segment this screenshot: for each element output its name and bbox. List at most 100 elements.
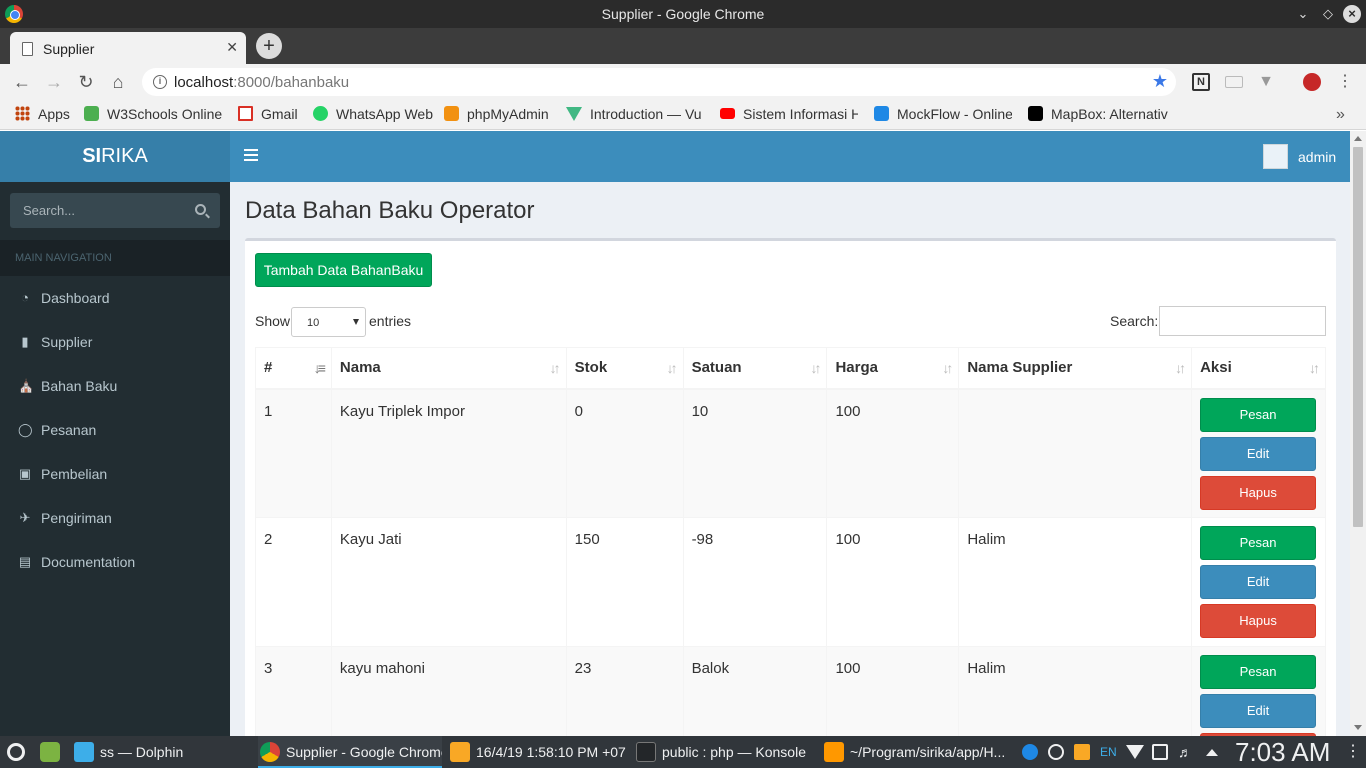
extension-v-icon[interactable]: ▼	[1257, 73, 1275, 91]
window-title: Supplier - Google Chrome	[601, 6, 765, 22]
sidebar-search-input[interactable]	[10, 193, 180, 228]
sort-icon: ↓↑	[1175, 360, 1186, 376]
bookmark-sistem-informasi[interactable]: Sistem Informasi H	[720, 106, 858, 122]
cell-no: 2	[255, 517, 332, 647]
bookmark-vue[interactable]: Introduction — Vu	[566, 106, 704, 122]
column-header-no[interactable]: # ↓≡	[255, 347, 332, 390]
close-window-icon[interactable]: ×	[1343, 5, 1361, 23]
notes-icon[interactable]	[1074, 744, 1090, 760]
keyboard-layout-indicator[interactable]: EN	[1100, 744, 1117, 760]
pesan-button[interactable]: Pesan	[1200, 526, 1317, 560]
sidebar-item-pengiriman[interactable]: ✈ Pengiriman	[0, 496, 230, 540]
search-icon[interactable]	[195, 204, 206, 215]
wifi-icon[interactable]	[1126, 745, 1144, 759]
task-dolphin[interactable]: ss — Dolphin	[72, 736, 254, 768]
forward-icon[interactable]: →	[43, 71, 65, 93]
sidebar-item-label: Pengiriman	[41, 510, 112, 526]
android-studio-icon[interactable]	[40, 742, 60, 762]
accessibility-icon[interactable]	[1022, 744, 1038, 760]
pesan-button[interactable]: Pesan	[1200, 655, 1317, 689]
column-header-satuan[interactable]: Satuan ↓↑	[682, 347, 828, 390]
profile-avatar-icon[interactable]	[1303, 73, 1321, 91]
task-chrome[interactable]: Supplier - Google Chrome	[258, 736, 442, 768]
sidebar-toggle-icon[interactable]	[244, 149, 258, 161]
cell-nama: kayu mahoni	[330, 646, 567, 736]
cell-satuan: 10	[682, 388, 828, 518]
back-icon[interactable]: ←	[11, 71, 33, 93]
column-header-nama[interactable]: Nama ↓↑	[330, 347, 567, 390]
page-title: Data Bahan Baku Operator	[245, 197, 535, 224]
edit-button[interactable]: Edit	[1200, 436, 1317, 471]
tray-expand-icon[interactable]	[1206, 749, 1218, 756]
sidebar-item-pembelian[interactable]: ▣ Pembelian	[0, 452, 230, 496]
user-name[interactable]: admin	[1298, 149, 1336, 165]
page-scrollbar[interactable]	[1350, 131, 1366, 736]
bookmark-label: MockFlow - Online	[897, 106, 1012, 122]
sidebar-item-supplier[interactable]: ▮ Supplier	[0, 320, 230, 364]
bookmark-phpmyadmin[interactable]: phpMyAdmin	[444, 106, 549, 122]
user-avatar[interactable]	[1263, 144, 1288, 169]
panel-menu-icon[interactable]: ⋮	[1345, 744, 1361, 760]
extension-n-icon[interactable]: N	[1192, 73, 1210, 91]
info-icon[interactable]: i	[153, 75, 167, 89]
app-launcher-icon[interactable]	[7, 743, 25, 761]
sort-icon: ↓↑	[942, 360, 953, 376]
bookmark-mockflow[interactable]: MockFlow - Online	[874, 106, 1012, 122]
cell-satuan: Balok	[682, 646, 828, 736]
logo-rest: RIKA	[101, 145, 148, 167]
add-bahan-baku-button[interactable]: Tambah Data BahanBaku	[255, 253, 432, 287]
clipboard-icon[interactable]	[1152, 744, 1168, 760]
column-header-harga[interactable]: Harga ↓↑	[826, 347, 960, 390]
clock[interactable]: 7:03 AM	[1235, 736, 1330, 768]
menu-kebab-icon[interactable]: ⋮	[1336, 73, 1354, 91]
bookmark-whatsapp[interactable]: WhatsApp Web	[313, 106, 433, 122]
address-bar[interactable]: i localhost:8000/bahanbaku ★	[142, 68, 1176, 96]
new-tab-button[interactable]: +	[256, 33, 282, 59]
scrollbar-thumb[interactable]	[1353, 147, 1363, 527]
bookmark-label: phpMyAdmin	[467, 106, 549, 122]
bookmarks-overflow-icon[interactable]: »	[1336, 106, 1345, 124]
scroll-up-icon[interactable]	[1354, 136, 1362, 141]
sidebar-item-bahan-baku[interactable]: ⛪ Bahan Baku	[0, 364, 230, 408]
entries-select[interactable]: 10	[291, 307, 366, 337]
reload-icon[interactable]: ↻	[75, 71, 97, 93]
hapus-button[interactable]: Hapus	[1200, 604, 1317, 638]
bookmark-w3schools[interactable]: W3Schools Online V	[84, 106, 224, 122]
edit-button[interactable]: Edit	[1200, 565, 1317, 599]
sort-icon: ↓↑	[666, 360, 678, 376]
bookmark-star-icon[interactable]: ★	[1152, 71, 1168, 92]
column-header-nama-supplier[interactable]: Nama Supplier ↓↑	[958, 347, 1193, 390]
volume-icon[interactable]: ♬	[1178, 744, 1194, 760]
bookmark-label: Sistem Informasi H	[743, 106, 858, 122]
task-sublime-text[interactable]: ~/Program/sirika/app/H...	[822, 736, 1004, 768]
maximize-icon[interactable]: ◇	[1319, 5, 1337, 23]
table-search-input[interactable]	[1159, 306, 1326, 336]
bookmark-mapbox[interactable]: MapBox: Alternativ	[1028, 106, 1168, 122]
cell-nama: Kayu Jati	[330, 517, 567, 647]
bookmark-apps[interactable]: Apps	[15, 106, 70, 122]
tab-supplier[interactable]: Supplier ✕	[10, 32, 246, 64]
app-logo[interactable]: SIRIKA	[0, 131, 230, 182]
sidebar-item-dashboard[interactable]: ◔ Dashboard	[0, 276, 230, 320]
hapus-button[interactable]: Hapus	[1200, 475, 1317, 510]
edit-button[interactable]: Edit	[1200, 694, 1317, 728]
task-sublime-note[interactable]: 16/4/19 1:58:10 PM +07 ...	[448, 736, 628, 768]
sidebar-item-pesanan[interactable]: ◯ Pesanan	[0, 408, 230, 452]
update-icon[interactable]	[1048, 744, 1064, 760]
url-text[interactable]: localhost:8000/bahanbaku	[174, 74, 349, 91]
extension-card-icon[interactable]	[1225, 76, 1243, 88]
home-icon[interactable]: ⌂	[107, 71, 129, 93]
column-header-stok[interactable]: Stok ↓↑	[565, 347, 684, 390]
task-konsole[interactable]: public : php — Konsole	[634, 736, 814, 768]
tab-close-icon[interactable]: ✕	[226, 39, 238, 56]
bookmark-gmail[interactable]: Gmail	[238, 106, 298, 122]
logo-bold: SI	[82, 145, 102, 167]
pesan-button[interactable]: Pesan	[1200, 397, 1317, 432]
scroll-down-icon[interactable]	[1354, 725, 1362, 730]
apps-grid-icon	[15, 106, 30, 121]
cell-supplier: Halim	[958, 646, 1193, 736]
minimize-icon[interactable]: ⌄	[1294, 5, 1312, 23]
sidebar-item-documentation[interactable]: ▤ Documentation	[0, 540, 230, 584]
column-label: Nama Supplier	[967, 359, 1073, 377]
column-header-aksi[interactable]: Aksi ↓↑	[1191, 347, 1326, 390]
